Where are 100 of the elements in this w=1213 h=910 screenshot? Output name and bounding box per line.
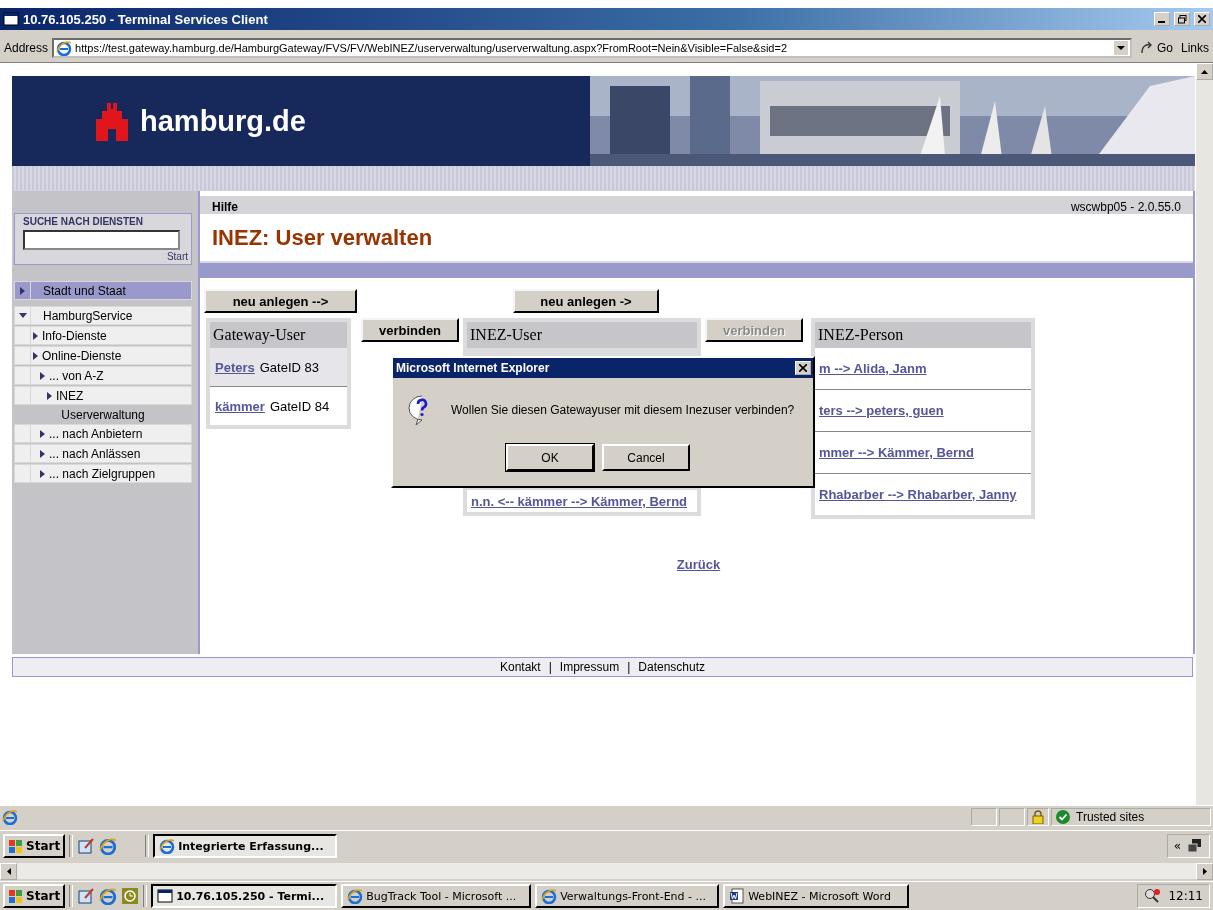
footer-link[interactable]: Datenschutz: [638, 660, 705, 674]
user-link[interactable]: kämmer: [215, 398, 265, 414]
table-row[interactable]: kämmer GateID 84: [210, 386, 347, 425]
start-button[interactable]: Start: [3, 834, 66, 858]
go-button[interactable]: Go: [1135, 41, 1177, 55]
dialog-message: Wollen Sie diesen Gatewayuser mit diesem Inezuser verbinden?: [451, 403, 795, 417]
left-arrow-icon: [6, 868, 11, 875]
close-button[interactable]: [795, 361, 811, 375]
caret-right-icon: [33, 351, 38, 360]
page-title: INEZ: User verwalten: [211, 223, 434, 252]
nav-label: Info-Dienste: [42, 328, 107, 343]
browser-icon: [56, 40, 73, 56]
nav-item[interactable]: Info-Dienste: [14, 326, 192, 345]
connect-button[interactable]: verbinden: [361, 318, 459, 342]
nav-label: INEZ: [56, 388, 84, 403]
nav-label: Stadt und Staat: [43, 283, 126, 298]
minimize-button[interactable]: [1154, 12, 1170, 26]
caret-right-icon: [40, 469, 45, 478]
new-button[interactable]: neu anlegen -->: [204, 289, 357, 313]
windows-logo-icon: [8, 888, 24, 904]
lock-icon: [1032, 810, 1044, 824]
column-header: INEZ-User: [467, 322, 697, 348]
ok-button[interactable]: OK: [506, 444, 594, 471]
footer-link[interactable]: Kontakt: [500, 660, 541, 674]
browser-icon: [347, 888, 364, 904]
close-button[interactable]: [1194, 12, 1210, 26]
windows-logo-icon: [8, 838, 24, 854]
restore-icon: [1177, 14, 1187, 24]
security-zone: Trusted sites: [1076, 810, 1145, 824]
scroll-up-button[interactable]: [1196, 63, 1213, 80]
magnifier-icon: [1144, 888, 1163, 904]
start-button[interactable]: Start: [3, 884, 66, 908]
browser-icon: [2, 809, 18, 825]
caret-right-icon: [40, 371, 45, 380]
address-field[interactable]: https://test.gateway.hamburg.de/HamburgGateway/FVS/FV/WebINEZ/userverwaltung/userverwaltung.aspx?FromRoot=Nein&Visible=False&sid=2: [52, 38, 1132, 58]
search-field[interactable]: [23, 230, 180, 250]
user-link[interactable]: Peters: [215, 359, 255, 375]
window-title: 10.76.105.250 - Terminal Services Client: [23, 11, 269, 27]
table-row[interactable]: Peters GateID 83: [210, 348, 347, 386]
taskbar-button[interactable]: BugTrack Tool - Microsoft ...: [341, 884, 532, 908]
browser-icon: [99, 887, 118, 905]
window-icon: [157, 888, 174, 904]
status-panel: [999, 808, 1025, 826]
column-header: Gateway-User: [210, 322, 347, 348]
address-label: Address: [4, 41, 49, 55]
new-button[interactable]: neu anlegen ->: [513, 289, 659, 313]
arrow-icon: [1139, 41, 1154, 55]
close-icon: [1198, 15, 1206, 23]
nav-label: ... nach Anbietern: [49, 426, 143, 441]
restore-button[interactable]: [1174, 12, 1190, 26]
nav-item[interactable]: ... nach Zielgruppen: [14, 464, 192, 483]
person-link[interactable]: m --> Alida, Janm: [819, 361, 927, 376]
taskbar-button[interactable]: WebINEZ - Microsoft Word: [723, 884, 910, 908]
browser-icon: [99, 837, 118, 855]
taskbar-button[interactable]: 10.76.105.250 - Termi...: [151, 884, 338, 908]
cancel-button[interactable]: Cancel: [602, 444, 690, 471]
scrollbar[interactable]: [1195, 63, 1213, 805]
right-arrow-icon: [1202, 868, 1207, 875]
up-arrow-icon: [1201, 69, 1208, 74]
browser-icon: [159, 838, 176, 854]
caret-right-icon: [20, 286, 25, 295]
gate-id: GateID 83: [259, 359, 319, 375]
status-panel: [971, 808, 997, 826]
clock: 12:11: [1168, 889, 1203, 903]
scroll-left-button[interactable]: [0, 863, 17, 880]
start-link[interactable]: Start: [166, 251, 188, 262]
taskbar-button[interactable]: Verwaltungs-Front-End - ...: [535, 884, 720, 908]
taskbar-button[interactable]: Integrierte Erfassung...: [153, 834, 338, 858]
site-logo: hamburg.de: [140, 104, 306, 138]
separator: |: [548, 660, 552, 674]
scroll-right-button[interactable]: [1196, 863, 1213, 880]
caret-right-icon: [40, 449, 45, 458]
back-link[interactable]: Zurück: [676, 557, 721, 572]
scrollbar[interactable]: [0, 863, 1213, 879]
nav-item[interactable]: HamburgService: [14, 306, 192, 325]
help-link[interactable]: Hilfe: [212, 200, 238, 214]
nav-item[interactable]: ... von A-Z: [14, 366, 192, 385]
desktop-icon[interactable]: [77, 887, 96, 905]
links-button[interactable]: Links: [1181, 41, 1209, 55]
nav-item[interactable]: ... nach Anlässen: [14, 444, 192, 463]
nav-item[interactable]: ... nach Anbietern: [14, 424, 192, 443]
column-header: INEZ-Person: [815, 322, 1031, 348]
browser-icon: [541, 888, 558, 904]
nav-label: ... nach Zielgruppen: [49, 466, 156, 481]
desktop-icon[interactable]: [77, 837, 96, 855]
tray-expand-button[interactable]: «: [1173, 839, 1181, 853]
castle-logo-icon: [94, 101, 130, 141]
nav-item[interactable]: Online-Dienste: [14, 346, 192, 365]
window-icon: [3, 11, 19, 27]
clock-icon[interactable]: [121, 887, 140, 905]
footer-link[interactable]: Impressum: [559, 660, 620, 674]
nav-item[interactable]: Stadt und Staat: [14, 281, 192, 300]
search-title: SUCHE NACH DIENSTEN: [23, 216, 144, 227]
nav-item[interactable]: INEZ: [14, 386, 192, 405]
document-icon: [729, 888, 746, 904]
close-icon: [799, 364, 807, 372]
version-text: wscwbp05 - 2.0.55.0: [1070, 200, 1181, 214]
nav-label: HamburgService: [43, 308, 133, 323]
nav-label: ... von A-Z: [49, 368, 104, 383]
caret-right-icon: [40, 429, 45, 438]
